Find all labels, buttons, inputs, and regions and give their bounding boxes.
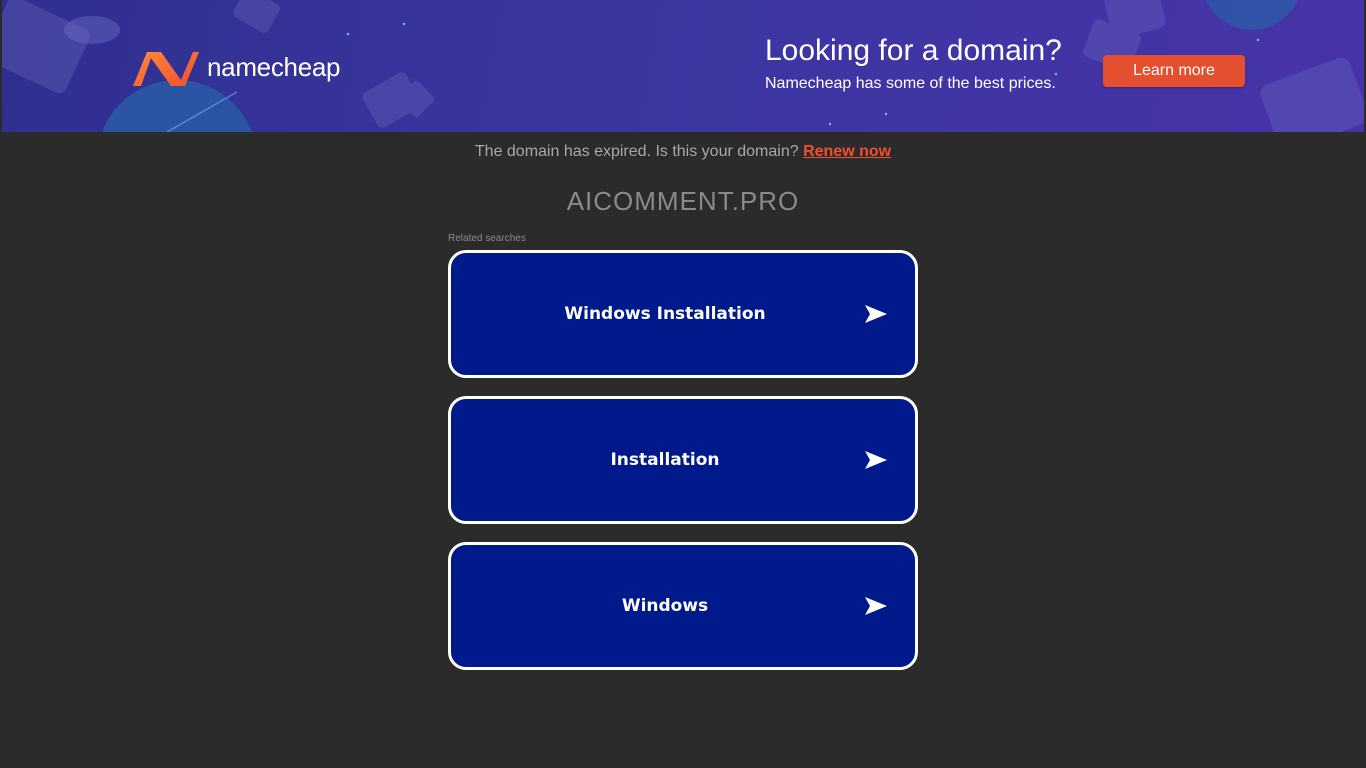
promo-subtitle: Namecheap has some of the best prices. [765, 75, 1056, 92]
learn-more-button[interactable]: Learn more [1103, 55, 1245, 87]
arrow-right-icon [865, 451, 887, 469]
namecheap-logo-icon [133, 52, 199, 86]
related-search-windows[interactable]: Windows [448, 542, 918, 670]
related-search-label: Installation [610, 450, 720, 470]
related-search-label: Windows Installation [564, 304, 766, 324]
arrow-right-icon [865, 597, 887, 615]
arrow-right-icon [865, 305, 887, 323]
renew-now-link[interactable]: Renew now [803, 143, 891, 160]
related-search-installation[interactable]: Installation [448, 396, 918, 524]
promo-title: Looking for a domain? [765, 34, 1062, 67]
brand-name: namecheap [207, 51, 341, 82]
expired-notice: The domain has expired. Is this your dom… [0, 143, 1366, 161]
namecheap-logo[interactable]: namecheap [131, 46, 340, 88]
related-searches-label: Related searches [448, 233, 526, 244]
related-search-label: Windows [621, 596, 709, 616]
domain-name: AICOMMENT.PRO [566, 186, 800, 216]
related-search-windows-installation[interactable]: Windows Installation [448, 250, 918, 378]
promo-banner[interactable]: namecheap Looking for a domain? Namechea… [2, 0, 1364, 132]
expired-notice-text: The domain has expired. Is this your dom… [474, 143, 799, 160]
